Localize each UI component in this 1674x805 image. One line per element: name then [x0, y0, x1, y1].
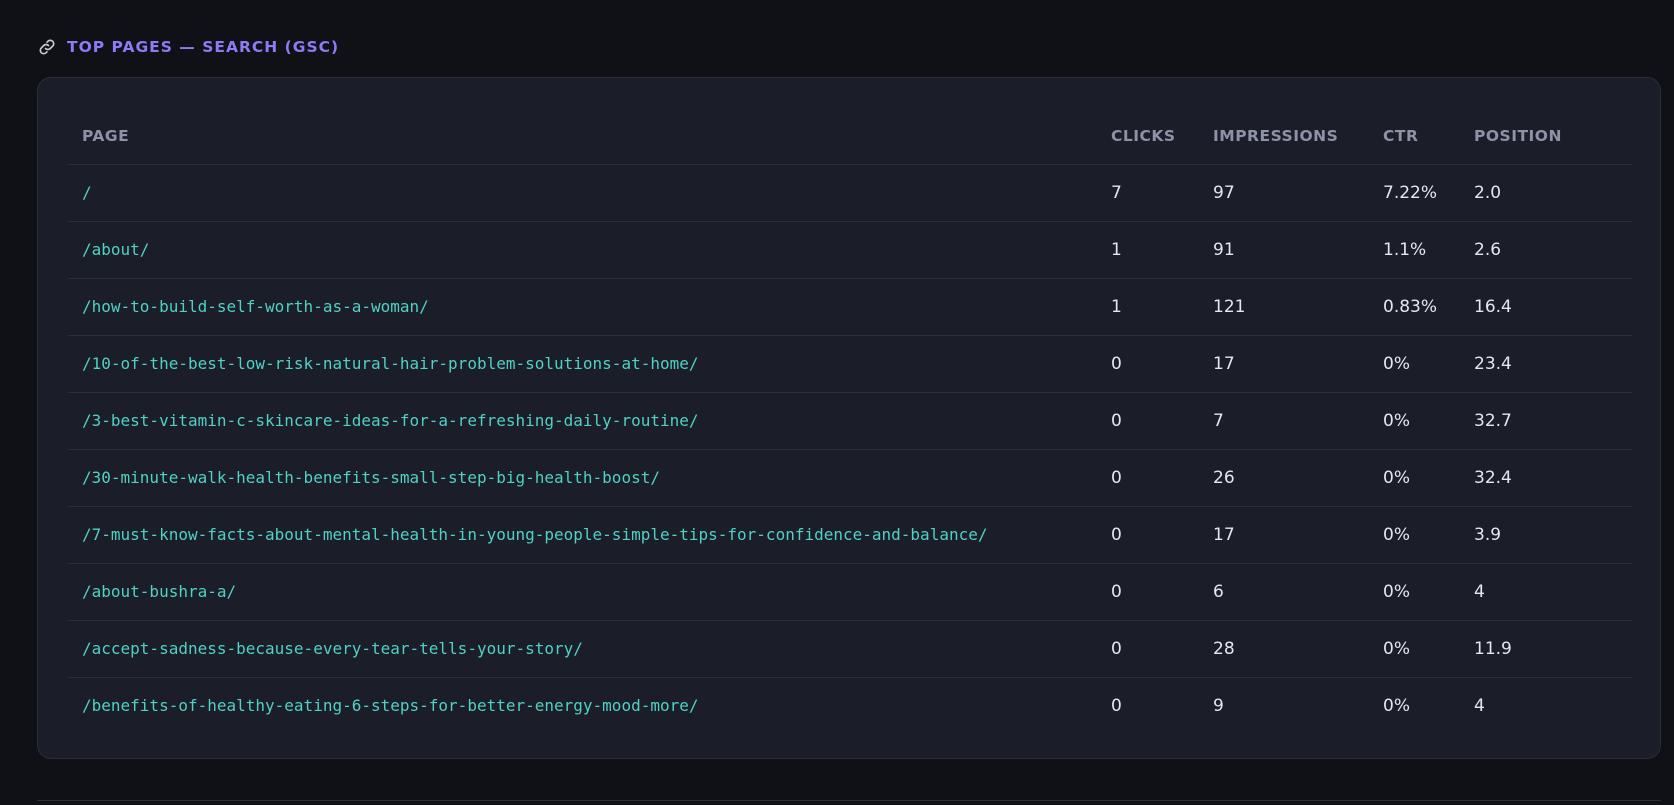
ctr-cell: 0% — [1369, 335, 1460, 393]
clicks-cell: 0 — [1097, 392, 1199, 450]
table-row: /how-to-build-self-worth-as-a-woman/ 1 1… — [68, 278, 1632, 336]
impressions-cell: 91 — [1199, 221, 1369, 279]
clicks-cell: 1 — [1097, 221, 1199, 279]
position-cell: 3.9 — [1460, 506, 1632, 564]
column-header-clicks[interactable]: CLICKS — [1097, 108, 1199, 165]
section-divider — [37, 800, 1661, 801]
ctr-cell: 0% — [1369, 563, 1460, 621]
page-link[interactable]: /about-bushra-a/ — [68, 563, 1097, 621]
table-row: /accept-sadness-because-every-tear-tells… — [68, 620, 1632, 678]
impressions-cell: 121 — [1199, 278, 1369, 336]
table-header-row: PAGE CLICKS IMPRESSIONS CTR POSITION — [68, 108, 1632, 165]
ctr-cell: 0.83% — [1369, 278, 1460, 336]
table-row: /30-minute-walk-health-benefits-small-st… — [68, 449, 1632, 507]
column-header-impressions[interactable]: IMPRESSIONS — [1199, 108, 1369, 165]
page-link[interactable]: /10-of-the-best-low-risk-natural-hair-pr… — [68, 335, 1097, 393]
impressions-cell: 7 — [1199, 392, 1369, 450]
column-header-ctr[interactable]: CTR — [1369, 108, 1460, 165]
impressions-cell: 17 — [1199, 506, 1369, 564]
clicks-cell: 0 — [1097, 506, 1199, 564]
page-link[interactable]: /3-best-vitamin-c-skincare-ideas-for-a-r… — [68, 392, 1097, 450]
table-row: /10-of-the-best-low-risk-natural-hair-pr… — [68, 335, 1632, 393]
table-row: /7-must-know-facts-about-mental-health-i… — [68, 506, 1632, 564]
section-title: TOP PAGES — SEARCH (GSC) — [67, 38, 340, 56]
table-row: /about/ 1 91 1.1% 2.6 — [68, 221, 1632, 279]
page-link[interactable]: /benefits-of-healthy-eating-6-steps-for-… — [68, 677, 1097, 734]
ctr-cell: 0% — [1383, 695, 1410, 716]
clicks-cell: 0 — [1097, 563, 1199, 621]
table-row: / 7 97 7.22% 2.0 — [68, 164, 1632, 222]
ctr-cell: 1.1% — [1369, 221, 1460, 279]
position-cell: 2.6 — [1460, 221, 1632, 279]
clicks-cell: 0 — [1097, 449, 1199, 507]
impressions-cell: 28 — [1199, 620, 1369, 678]
ctr-cell: 0% — [1369, 506, 1460, 564]
clicks-cell: 7 — [1097, 164, 1199, 222]
clicks-cell: 1 — [1097, 278, 1199, 336]
ctr-cell: 0% — [1369, 620, 1460, 678]
table-row: /benefits-of-healthy-eating-6-steps-for-… — [68, 677, 1632, 734]
clicks-cell: 0 — [1111, 695, 1122, 716]
position-cell: 2.0 — [1460, 164, 1632, 222]
top-pages-card: PAGE CLICKS IMPRESSIONS CTR POSITION / 7… — [37, 77, 1661, 759]
impressions-cell: 6 — [1199, 563, 1369, 621]
page-link[interactable]: /accept-sadness-because-every-tear-tells… — [68, 620, 1097, 678]
page-link[interactable]: /how-to-build-self-worth-as-a-woman/ — [68, 278, 1097, 336]
column-header-page[interactable]: PAGE — [68, 108, 1097, 165]
position-cell: 11.9 — [1460, 620, 1632, 678]
page-link[interactable]: /7-must-know-facts-about-mental-health-i… — [68, 506, 1097, 564]
top-pages-table: PAGE CLICKS IMPRESSIONS CTR POSITION / 7… — [68, 108, 1632, 734]
table-row: /about-bushra-a/ 0 6 0% 4 — [68, 563, 1632, 621]
position-cell: 32.4 — [1460, 449, 1632, 507]
impressions-cell: 97 — [1199, 164, 1369, 222]
page-link[interactable]: /30-minute-walk-health-benefits-small-st… — [68, 449, 1097, 507]
ctr-cell: 0% — [1369, 449, 1460, 507]
column-header-position[interactable]: POSITION — [1460, 108, 1632, 165]
page-link[interactable]: /about/ — [68, 221, 1097, 279]
position-cell: 32.7 — [1460, 392, 1632, 450]
position-cell: 16.4 — [1460, 278, 1632, 336]
clicks-cell: 0 — [1097, 335, 1199, 393]
table-row: /3-best-vitamin-c-skincare-ideas-for-a-r… — [68, 392, 1632, 450]
ctr-cell: 0% — [1369, 392, 1460, 450]
clicks-cell: 0 — [1097, 620, 1199, 678]
impressions-cell: 9 — [1213, 695, 1224, 716]
link-icon — [37, 37, 57, 57]
position-cell: 4 — [1474, 695, 1485, 716]
position-cell: 23.4 — [1460, 335, 1632, 393]
section-header: TOP PAGES — SEARCH (GSC) — [37, 36, 339, 58]
position-cell: 4 — [1460, 563, 1632, 621]
impressions-cell: 17 — [1199, 335, 1369, 393]
impressions-cell: 26 — [1199, 449, 1369, 507]
page-link[interactable]: / — [68, 164, 1097, 222]
ctr-cell: 7.22% — [1369, 164, 1460, 222]
